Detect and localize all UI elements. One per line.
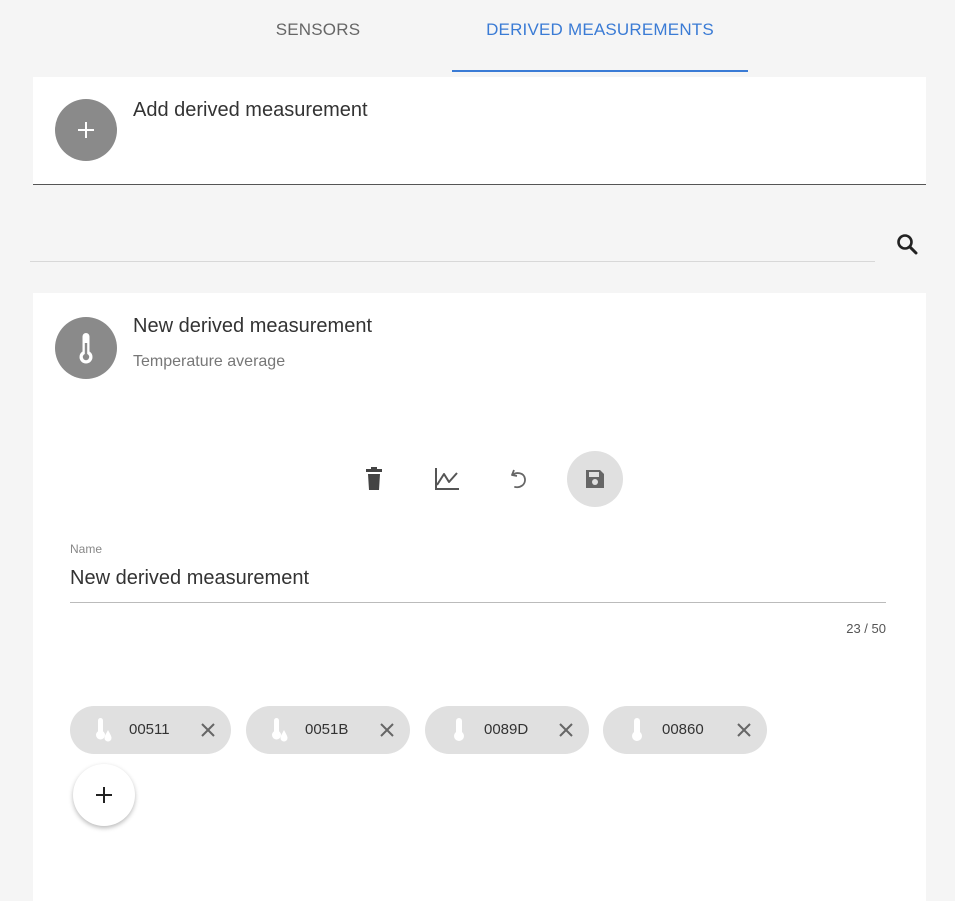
- save-icon: [586, 470, 604, 488]
- name-field-underline: [70, 602, 886, 603]
- add-derived-measurement-card[interactable]: Add derived measurement: [33, 77, 926, 185]
- active-tab-indicator: [452, 70, 748, 72]
- undo-icon: [511, 469, 526, 489]
- chart-icon: [435, 468, 459, 490]
- tab-sensors[interactable]: SENSORS: [248, 20, 388, 72]
- thermometer-humidity-icon: [272, 718, 288, 742]
- sensor-chip[interactable]: 0089D: [425, 706, 589, 754]
- chart-button[interactable]: [419, 451, 475, 507]
- name-field-label: Name: [70, 542, 103, 556]
- add-sensor-button[interactable]: [73, 764, 135, 826]
- derived-measurement-card: New derived measurement Temperature aver…: [33, 293, 926, 901]
- close-icon[interactable]: [199, 721, 217, 739]
- measurement-avatar: [55, 317, 117, 379]
- thermometer-icon: [79, 333, 93, 364]
- add-avatar: [55, 99, 117, 161]
- thermometer-humidity-icon: [96, 718, 112, 742]
- name-character-counter: 23 / 50: [846, 621, 886, 636]
- tab-bar: SENSORS DERIVED MEASUREMENTS: [0, 0, 955, 74]
- thermometer-icon: [454, 718, 464, 741]
- close-icon[interactable]: [735, 721, 753, 739]
- sensor-chip-label: 00860: [662, 721, 704, 738]
- close-icon[interactable]: [378, 721, 396, 739]
- plus-icon: [78, 122, 94, 138]
- tab-derived-measurements[interactable]: DERIVED MEASUREMENTS: [452, 20, 748, 72]
- add-derived-measurement-label: Add derived measurement: [133, 99, 368, 121]
- sensor-chip-label: 0051B: [305, 721, 349, 738]
- sensor-chip[interactable]: 00511: [70, 706, 231, 754]
- name-field[interactable]: New derived measurement: [70, 567, 309, 590]
- sensor-chip-label: 0089D: [484, 721, 529, 738]
- thermometer-icon: [632, 718, 642, 741]
- search-input[interactable]: [30, 261, 875, 262]
- undo-button[interactable]: [491, 451, 547, 507]
- measurement-title: New derived measurement: [133, 315, 372, 337]
- close-icon[interactable]: [557, 721, 575, 739]
- sensor-chip[interactable]: 0051B: [246, 706, 410, 754]
- delete-button[interactable]: [346, 451, 402, 507]
- sensor-chip[interactable]: 00860: [603, 706, 767, 754]
- plus-icon: [96, 787, 112, 803]
- sensor-chip-label: 00511: [129, 721, 170, 738]
- save-button[interactable]: [567, 451, 623, 507]
- measurement-subtitle: Temperature average: [133, 353, 286, 370]
- delete-icon: [366, 467, 382, 490]
- search-icon[interactable]: [893, 230, 923, 260]
